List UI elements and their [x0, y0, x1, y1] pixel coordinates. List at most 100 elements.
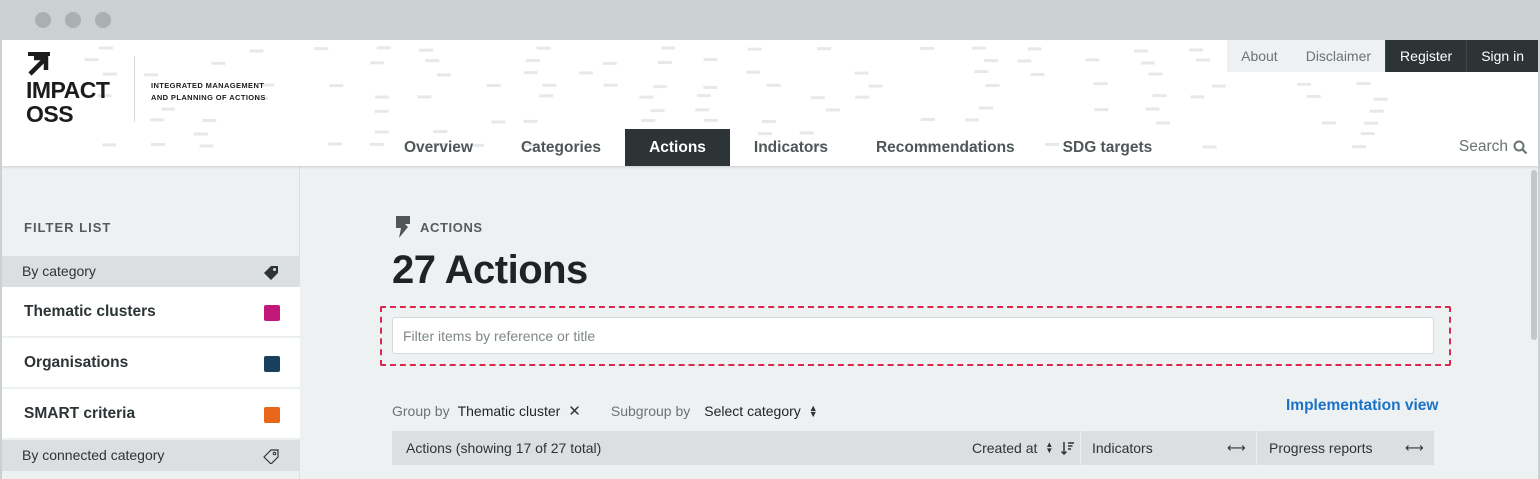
actions-count-header: Actions (showing 17 of 27 total) — [406, 440, 602, 456]
pattern-dash — [761, 119, 776, 123]
created-at-label: Created at — [972, 440, 1038, 456]
nav-tab-recommendations[interactable]: Recommendations — [852, 129, 1039, 166]
pattern-dash — [747, 47, 762, 51]
category-smart-criteria[interactable]: SMART criteria — [2, 389, 300, 439]
pattern-dash — [974, 70, 989, 74]
pattern-dash — [650, 109, 665, 113]
pattern-dash — [639, 95, 654, 99]
table-header: Actions (showing 17 of 27 total) Created… — [392, 431, 1434, 465]
filter-list-title: FILTER LIST — [24, 220, 112, 235]
pattern-dash — [1364, 121, 1379, 125]
pattern-dash — [486, 83, 501, 87]
signin-button[interactable]: Sign in — [1466, 40, 1538, 72]
pattern-dash — [703, 58, 718, 62]
pattern-dash — [1189, 48, 1204, 52]
pattern-dash — [436, 73, 451, 77]
window-close-dot[interactable] — [35, 12, 51, 28]
main-content: ACTIONS 27 Actions Group by Thematic clu… — [300, 166, 1538, 479]
nav-tab-overview[interactable]: Overview — [380, 129, 497, 166]
window-maximize-dot[interactable] — [95, 12, 111, 28]
sort-descending-icon[interactable] — [1061, 441, 1075, 455]
search-button[interactable]: Search — [1459, 138, 1528, 156]
filter-input[interactable] — [392, 317, 1434, 354]
pattern-dash — [150, 118, 165, 122]
pattern-dash — [150, 143, 165, 147]
pattern-dash — [657, 60, 672, 64]
pattern-dash — [1145, 107, 1160, 111]
pattern-dash — [327, 142, 342, 146]
pattern-dash — [703, 85, 718, 89]
pattern-dash — [578, 71, 593, 75]
logo-text-impact[interactable]: IMPACT — [26, 79, 110, 102]
pattern-dash — [1202, 145, 1217, 149]
register-button[interactable]: Register — [1385, 40, 1467, 72]
nav-tab-actions[interactable]: Actions — [625, 129, 730, 166]
pattern-dash — [539, 94, 554, 98]
pattern-dash — [84, 58, 99, 62]
pattern-dash — [1155, 121, 1170, 125]
category-color-swatch — [264, 407, 280, 423]
pattern-dash — [370, 61, 385, 65]
nav-tab-indicators[interactable]: Indicators — [730, 129, 852, 166]
section-label-text: ACTIONS — [420, 219, 483, 235]
logo-text-oss[interactable]: OSS — [26, 103, 74, 126]
column-divider — [1080, 431, 1081, 465]
subgroup-select[interactable]: Select category — [704, 403, 801, 419]
disclaimer-link[interactable]: Disclaimer — [1291, 40, 1386, 72]
by-category-label: By category — [22, 263, 96, 279]
subgroup-by-label: Subgroup by — [610, 403, 691, 419]
search-icon — [1513, 140, 1528, 154]
top-nav: About Disclaimer Register Sign in — [1227, 40, 1538, 72]
pattern-dash — [603, 83, 618, 87]
pattern-dash — [1190, 95, 1205, 99]
pattern-dash — [314, 47, 329, 51]
pattern-dash — [1140, 61, 1155, 65]
column-divider — [1256, 431, 1257, 465]
clear-group-icon[interactable]: ✕ — [568, 402, 581, 420]
pattern-dash — [1369, 109, 1384, 113]
implementation-view-link[interactable]: Implementation view — [1286, 397, 1438, 415]
pattern-dash — [1134, 49, 1149, 53]
pattern-dash — [661, 46, 676, 50]
page-scrollbar[interactable] — [1530, 166, 1538, 479]
category-organisations[interactable]: Organisations — [2, 338, 300, 388]
select-arrows-icon: ▲ ▼ — [808, 403, 818, 419]
pattern-dash — [854, 71, 869, 75]
category-label: Organisations — [24, 354, 129, 371]
app-window: IMPACT OSS INTEGRATED MANAGEMENT AND PLA… — [2, 40, 1538, 479]
pattern-dash — [825, 108, 840, 112]
indicators-header: Indicators — [1092, 440, 1153, 456]
pattern-dash — [211, 61, 226, 65]
pattern-dash — [1152, 94, 1167, 98]
tag-outline-icon — [263, 449, 279, 464]
pattern-dash — [525, 59, 540, 63]
pattern-dash — [1030, 72, 1045, 76]
created-at-sort[interactable]: Created at ▲ ▼ — [972, 431, 1075, 465]
pattern-dash — [329, 84, 344, 88]
pattern-dash — [102, 143, 117, 147]
expand-column-icon[interactable]: ⟷ — [1227, 431, 1246, 465]
pattern-dash — [1094, 108, 1109, 112]
pattern-dash — [766, 83, 781, 87]
by-category-header: By category — [2, 256, 300, 287]
pattern-dash — [985, 84, 1000, 88]
pattern-dash — [920, 46, 935, 50]
tag-filled-icon — [264, 266, 278, 280]
window-minimize-dot[interactable] — [65, 12, 81, 28]
nav-tab-categories[interactable]: Categories — [497, 129, 625, 166]
pattern-dash — [102, 72, 117, 76]
expand-column-icon[interactable]: ⟷ — [1405, 431, 1424, 465]
scrollbar-thumb[interactable] — [1531, 170, 1537, 340]
pattern-dash — [1148, 72, 1163, 76]
pattern-dash — [193, 132, 208, 136]
group-by-value[interactable]: Thematic cluster — [458, 403, 561, 419]
category-label: Thematic clusters — [24, 303, 156, 320]
pattern-dash — [1093, 82, 1108, 86]
about-link[interactable]: About — [1227, 40, 1292, 72]
pattern-dash — [374, 95, 389, 99]
sort-arrows-icon: ▲ ▼ — [1045, 440, 1054, 455]
pattern-dash — [523, 71, 538, 75]
category-thematic-clusters[interactable]: Thematic clusters — [2, 287, 300, 337]
pattern-dash — [855, 95, 870, 99]
nav-tab-sdg-targets[interactable]: SDG targets — [1039, 129, 1177, 166]
